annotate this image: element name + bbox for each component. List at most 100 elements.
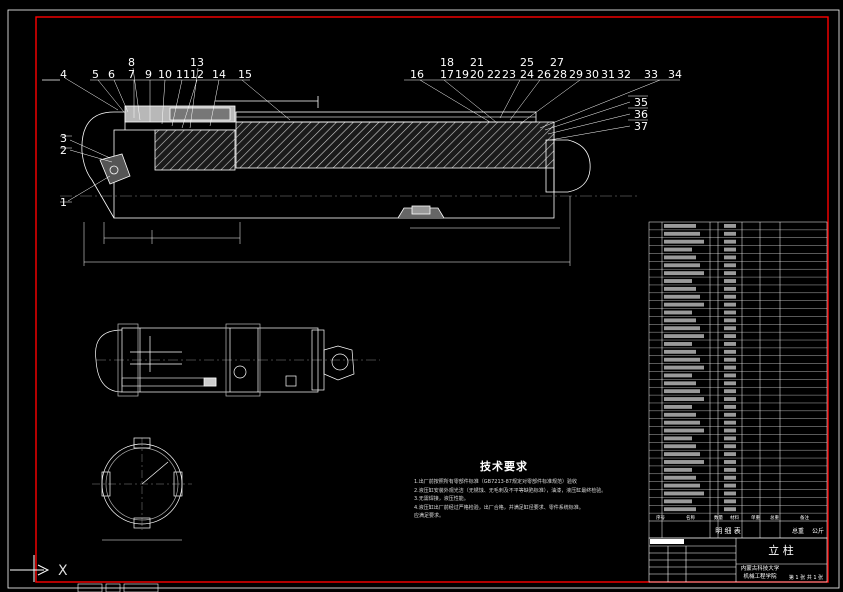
balloon-21: 21 xyxy=(470,56,484,69)
header-col-seq: 序号 xyxy=(656,514,665,521)
parts-row-material-glyphs xyxy=(724,483,736,488)
parts-row-material-glyphs xyxy=(724,460,736,464)
balloon-32: 32 xyxy=(617,68,631,81)
balloon-22: 22 xyxy=(487,68,501,81)
side-elevation-view xyxy=(95,323,380,397)
tech-req-line-3: 3.无需焊接，液压性能。 xyxy=(414,496,469,502)
parts-row-material-glyphs xyxy=(724,263,736,268)
parts-row-name-glyphs xyxy=(664,247,692,252)
balloon-29: 29 xyxy=(569,68,583,81)
balloon-30: 30 xyxy=(585,68,599,81)
ucs-x-axis-label: X xyxy=(58,563,68,579)
parts-row-name-glyphs xyxy=(664,255,696,260)
parts-row-material-glyphs xyxy=(724,381,736,386)
balloon-24: 24 xyxy=(520,68,534,81)
balloon-17: 17 xyxy=(440,68,454,81)
parts-row-material-glyphs xyxy=(724,420,736,425)
parts-list-rows xyxy=(649,224,827,514)
parts-row-material-glyphs xyxy=(724,357,736,362)
parts-row-material-glyphs xyxy=(724,286,736,291)
parts-row-name-glyphs xyxy=(664,491,704,496)
parts-row-material-glyphs xyxy=(724,404,736,409)
balloon-15: 15 xyxy=(238,68,252,81)
parts-row-material-glyphs xyxy=(724,491,736,496)
parts-row-material-glyphs xyxy=(724,239,736,244)
tech-req-line-1: 1.出厂前按照所有零部件标准（GB7213-87规定对零部件标准规范）验收 xyxy=(414,479,577,485)
balloon-6: 6 xyxy=(108,68,115,81)
tech-req-title: 技术要求 xyxy=(480,460,528,473)
parts-row-material-glyphs xyxy=(724,499,736,504)
parts-row-material-glyphs xyxy=(724,365,736,370)
balloon-8: 8 xyxy=(128,56,135,69)
parts-row-name-glyphs xyxy=(664,483,700,488)
parts-row-material-glyphs xyxy=(724,294,736,299)
parts-row-material-glyphs xyxy=(724,467,736,472)
school-name: 内蒙古科技大学 xyxy=(741,564,780,572)
parts-row-material-glyphs xyxy=(724,507,736,512)
parts-row-name-glyphs xyxy=(664,412,696,417)
balloon-18: 18 xyxy=(440,56,454,69)
drawing-name: 立 柱 xyxy=(768,543,794,557)
parts-row-name-glyphs xyxy=(664,452,700,457)
balloon-20: 20 xyxy=(470,68,484,81)
unit-label: 公斤 xyxy=(812,527,824,535)
parts-row-name-glyphs xyxy=(664,318,696,323)
parts-row-name-glyphs xyxy=(664,381,696,386)
parts-row-name-glyphs xyxy=(664,365,704,370)
header-col-name: 名称 xyxy=(686,514,695,521)
balloon-2: 2 xyxy=(60,144,67,157)
balloon-9: 9 xyxy=(145,68,152,81)
balloon-31: 31 xyxy=(601,68,615,81)
parts-row-material-glyphs xyxy=(724,271,736,276)
main-section-view xyxy=(60,96,640,266)
balloon-7: 7 xyxy=(128,68,135,81)
balloon-16: 16 xyxy=(410,68,424,81)
balloon-34: 34 xyxy=(668,68,682,81)
parts-row-name-glyphs xyxy=(664,467,692,472)
header-col-material: 材料 xyxy=(730,514,739,521)
parts-row-name-glyphs xyxy=(664,397,704,401)
header-col-unit-weight: 单重 xyxy=(751,514,760,521)
balloon-11: 11 xyxy=(176,68,190,81)
parts-row-material-glyphs xyxy=(724,428,736,433)
parts-row-name-glyphs xyxy=(664,263,700,268)
parts-row-material-glyphs xyxy=(724,334,736,339)
parts-row-material-glyphs xyxy=(724,452,736,457)
parts-row-name-glyphs xyxy=(664,507,696,512)
parts-row-name-glyphs xyxy=(664,420,700,425)
header-col-notes: 备注 xyxy=(800,514,809,521)
parts-row-name-glyphs xyxy=(664,357,700,362)
balloon-37: 37 xyxy=(634,120,648,133)
parts-row-material-glyphs xyxy=(724,247,736,252)
parts-row-material-glyphs xyxy=(724,224,736,228)
parts-row-name-glyphs xyxy=(664,294,700,299)
college-name: 机械工程学院 xyxy=(743,572,777,580)
ucs-icon xyxy=(10,555,50,582)
balloon-12: 12 xyxy=(190,68,204,81)
parts-row-name-glyphs xyxy=(664,239,704,244)
parts-row-name-glyphs xyxy=(664,475,696,480)
parts-row-name-glyphs xyxy=(664,436,692,441)
parts-row-name-glyphs xyxy=(664,326,700,331)
balloon-25: 25 xyxy=(520,56,534,69)
balloon-4: 4 xyxy=(60,68,67,81)
weight-label: 总重 xyxy=(792,527,804,535)
parts-row-material-glyphs xyxy=(724,342,736,346)
parts-row-name-glyphs xyxy=(664,279,692,283)
parts-row-name-glyphs xyxy=(664,342,692,346)
tech-req-line-5: 应满足要求。 xyxy=(414,513,445,519)
parts-row-name-glyphs xyxy=(664,444,696,449)
parts-list-table xyxy=(648,221,828,539)
parts-row-name-glyphs xyxy=(664,373,692,378)
header-col-qty: 数量 xyxy=(714,514,723,521)
parts-row-material-glyphs xyxy=(724,318,736,323)
parts-row-name-glyphs xyxy=(664,428,704,433)
parts-row-material-glyphs xyxy=(724,302,736,307)
tech-req-lines: 1.出厂前按照所有零部件标准（GB7213-87规定对零部件标准规范）验收 2.… xyxy=(414,478,606,521)
parts-row-name-glyphs xyxy=(664,404,692,409)
parts-row-name-glyphs xyxy=(664,224,696,228)
tech-req-line-2: 2.液压缸安装外观光洁（无锈蚀、无毛刺及不平等缺陷标准），油漆，液压缸最终检验。 xyxy=(414,487,607,494)
parts-row-name-glyphs xyxy=(664,302,704,307)
balloon-33: 33 xyxy=(644,68,658,81)
balloon-28: 28 xyxy=(553,68,567,81)
